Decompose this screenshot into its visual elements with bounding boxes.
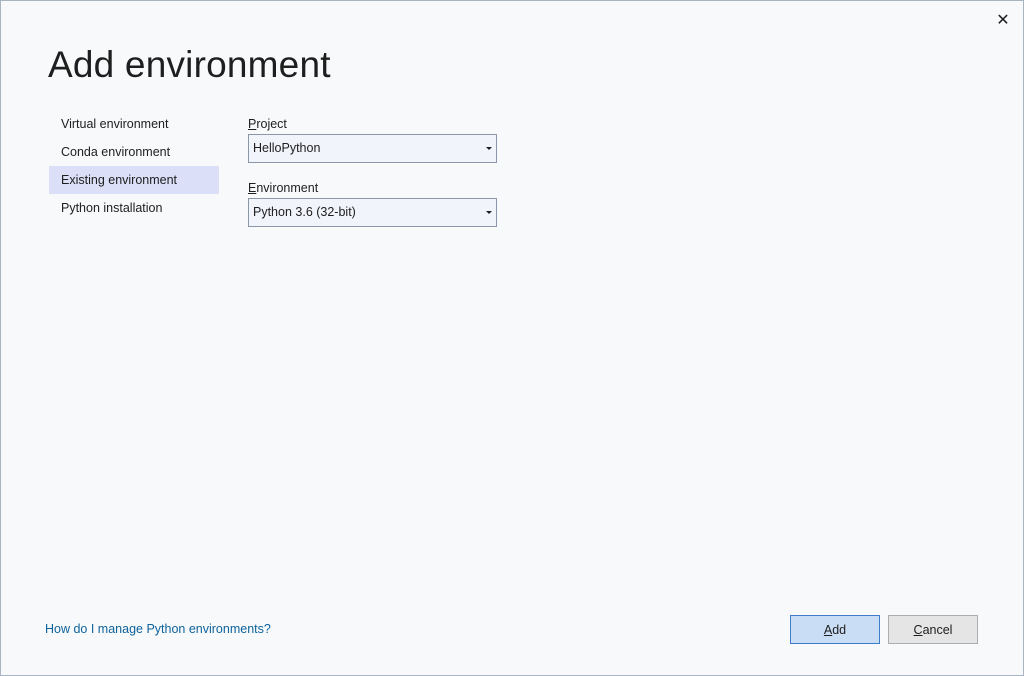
project-dropdown[interactable]: HelloPython <box>248 134 497 163</box>
project-label: Project <box>248 117 287 131</box>
close-icon[interactable]: ✕ <box>991 9 1015 31</box>
nav-item-virtual-environment[interactable]: Virtual environment <box>49 110 219 138</box>
help-link[interactable]: How do I manage Python environments? <box>45 621 271 637</box>
nav-item-conda-environment[interactable]: Conda environment <box>49 138 219 166</box>
environment-field: Environment Python 3.6 (32-bit) <box>248 180 497 227</box>
environment-type-nav: Virtual environment Conda environment Ex… <box>49 110 219 222</box>
nav-item-python-installation[interactable]: Python installation <box>49 194 219 222</box>
environment-label: Environment <box>248 181 319 195</box>
cancel-button[interactable]: Cancel <box>888 615 978 644</box>
project-field: Project HelloPython <box>248 116 497 163</box>
dialog-title: Add environment <box>48 44 331 85</box>
nav-item-existing-environment[interactable]: Existing environment <box>49 166 219 194</box>
chevron-down-icon[interactable] <box>482 135 496 162</box>
environment-dropdown-value: Python 3.6 (32-bit) <box>253 205 356 219</box>
project-dropdown-value: HelloPython <box>253 141 321 155</box>
chevron-down-icon[interactable] <box>482 199 496 226</box>
add-environment-dialog: ✕ Add environment Virtual environment Co… <box>0 0 1024 676</box>
environment-dropdown[interactable]: Python 3.6 (32-bit) <box>248 198 497 227</box>
add-button[interactable]: Add <box>790 615 880 644</box>
